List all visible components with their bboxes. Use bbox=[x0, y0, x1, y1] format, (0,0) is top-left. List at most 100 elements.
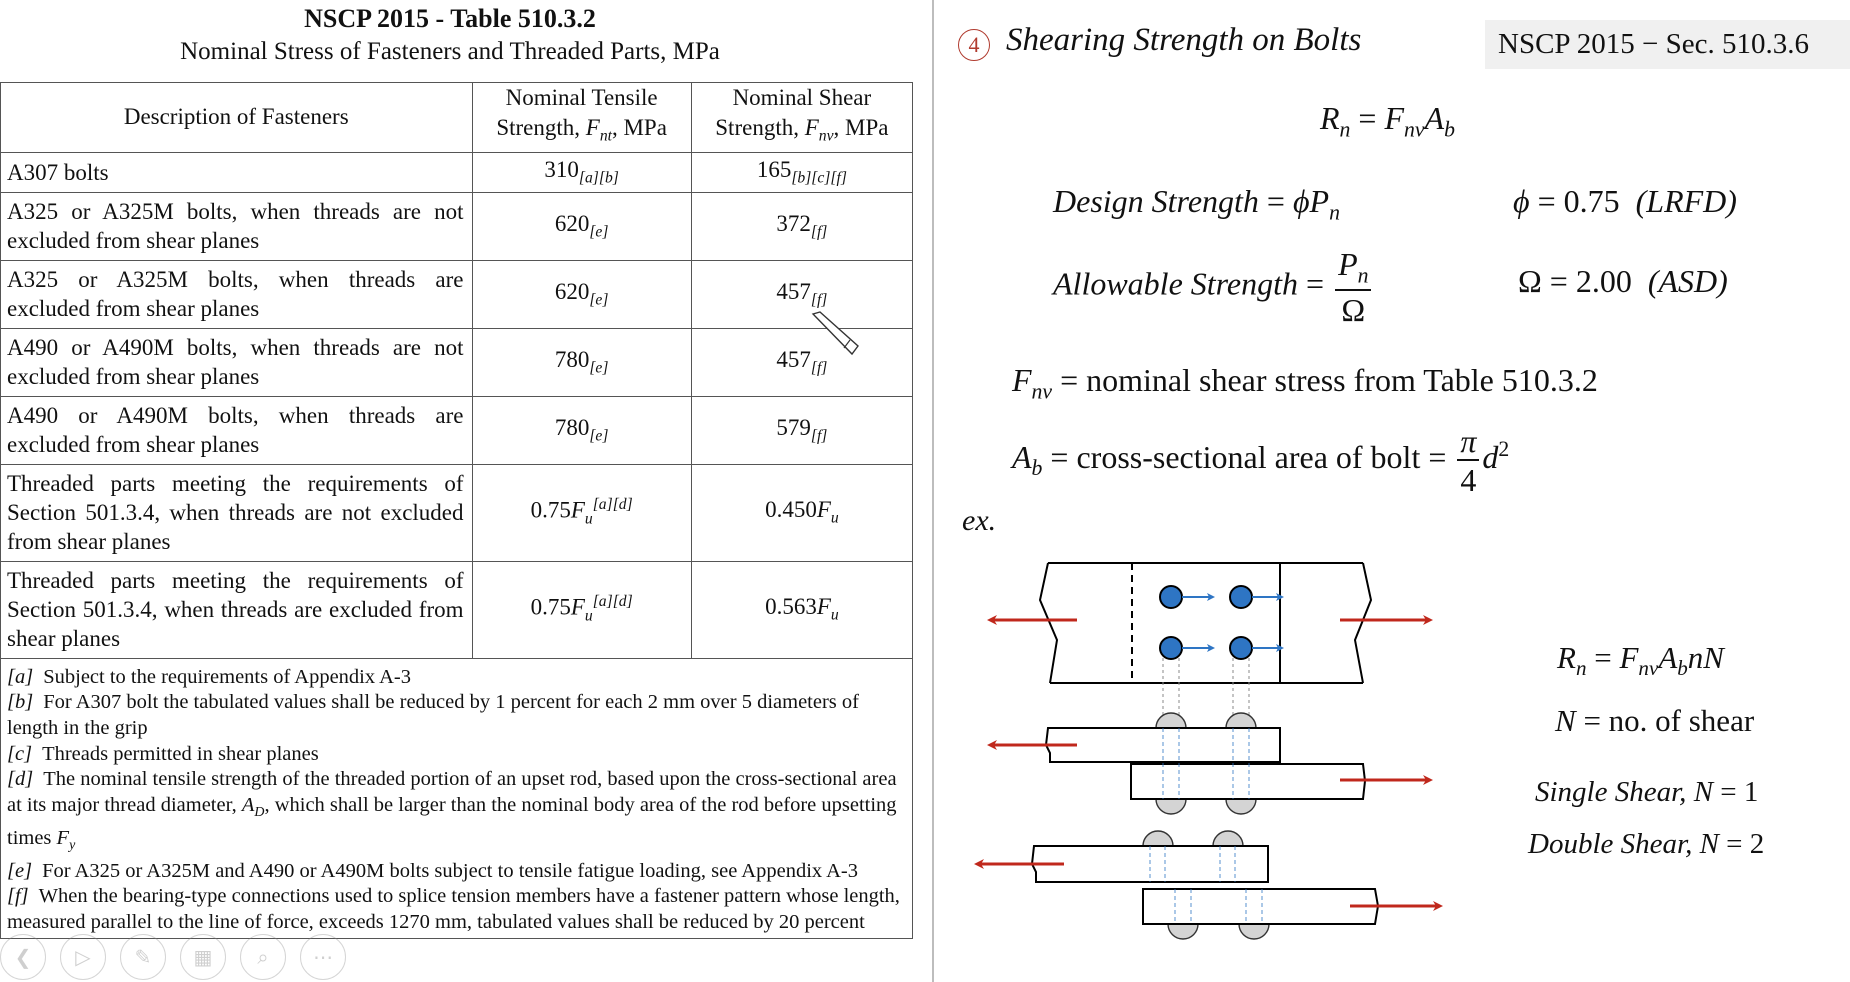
slides-grid-icon: ▦ bbox=[193, 945, 213, 969]
symbol-f: F bbox=[816, 594, 831, 620]
footnote-tag: [a] bbox=[7, 665, 34, 688]
symbol-sub: b bbox=[1031, 456, 1043, 481]
shear-value: 372[f] bbox=[690, 191, 914, 261]
shear-value: 0.563Fu bbox=[690, 560, 914, 659]
footnote-tag: [d] bbox=[7, 768, 34, 791]
equals: = bbox=[1575, 703, 1609, 738]
bolted-connection-diagram bbox=[974, 562, 1443, 940]
table-title: NSCP 2015 - Table 510.3.2 bbox=[304, 4, 596, 33]
method: (ASD) bbox=[1647, 263, 1728, 299]
numerator: Pn bbox=[1335, 248, 1372, 292]
shear-value: 457[f] bbox=[690, 327, 914, 397]
value: 780 bbox=[554, 346, 590, 372]
play-next-icon: ▷ bbox=[75, 945, 91, 969]
bolt-head bbox=[1212, 830, 1244, 847]
symbol-sub: n bbox=[1339, 117, 1351, 142]
shear-value: 0.450Fu bbox=[690, 463, 914, 562]
footnote-text: Threads permitted in shear planes bbox=[42, 742, 319, 765]
tensile-value: 620[e] bbox=[471, 191, 692, 261]
equation-design-strength: Design Strength = ϕPn bbox=[1053, 183, 1340, 225]
label: Allowable Strength bbox=[1053, 265, 1299, 302]
definition-text: cross-sectional area of bolt bbox=[1076, 438, 1421, 475]
symbol-f: F bbox=[56, 826, 70, 849]
symbol-f: F bbox=[1012, 362, 1032, 398]
row-description: A307 bolts bbox=[0, 151, 473, 193]
bolt-head bbox=[1225, 712, 1257, 729]
exponent: 2 bbox=[1498, 437, 1510, 462]
equals: = bbox=[1350, 100, 1385, 136]
shear-value: 165[b][c][f] bbox=[690, 151, 914, 193]
symbol-phi: ϕ bbox=[1513, 183, 1530, 219]
bolt-nut bbox=[1225, 798, 1257, 815]
definition-text: nominal shear stress from Table 510.3.2 bbox=[1086, 362, 1598, 398]
coefficient: 0.563 bbox=[765, 594, 817, 620]
symbol-sub: n bbox=[1357, 263, 1369, 288]
table-row: A325 or A325M bolts, when threads are no… bbox=[0, 191, 914, 261]
footnotes: [a] Subject to the requirements of Append… bbox=[0, 657, 913, 939]
break-line-left bbox=[1038, 562, 1059, 684]
symbol-f: F bbox=[804, 115, 819, 140]
footnote-ref: [f] bbox=[810, 359, 828, 377]
table-row: A490 or A490M bolts, when threads are no… bbox=[0, 327, 914, 397]
footnote-tag: [c] bbox=[7, 742, 33, 765]
coefficient: 0.75 bbox=[530, 498, 571, 524]
pen-cursor-icon bbox=[811, 311, 859, 356]
value: 0.75 bbox=[1563, 183, 1620, 219]
header-shear-line2: Strength, bbox=[715, 115, 805, 140]
symbol-sub: nv bbox=[1031, 379, 1053, 404]
slide-show-toolbar: ❮ ▷ ✎ ▦ ⌕ ⋯ bbox=[0, 934, 346, 982]
symbol-sub: D bbox=[254, 805, 265, 821]
footnote-ref: [a][d] bbox=[592, 496, 633, 514]
pen-icon: ✎ bbox=[134, 945, 152, 969]
section-number-badge: 4 bbox=[958, 29, 990, 61]
plan-view bbox=[987, 562, 1433, 740]
symbol-a: A bbox=[1424, 100, 1445, 136]
footnote-d: [d] The nominal tensile strength of the t… bbox=[7, 767, 904, 858]
symbol-sub: b bbox=[1444, 117, 1455, 142]
footnote-c: [c] Threads permitted in shear planes bbox=[7, 742, 904, 768]
table-row: A325 or A325M bolts, when threads are ex… bbox=[0, 259, 914, 329]
symbol-sub: n bbox=[1575, 656, 1587, 681]
equation-allowable-strength: Allowable Strength = Pn Ω bbox=[1053, 248, 1374, 326]
tensile-value: 620[e] bbox=[471, 259, 692, 329]
shear-value: 579[f] bbox=[690, 395, 914, 465]
bolt-head bbox=[1142, 830, 1174, 847]
footnote-a: [a] Subject to the requirements of Append… bbox=[7, 665, 904, 691]
header-shear-line1: Nominal Shear bbox=[732, 85, 872, 110]
symbol-phi: ϕ bbox=[1292, 183, 1310, 219]
break-line-right bbox=[1353, 562, 1373, 684]
section-title: Shearing Strength on Bolts bbox=[1006, 22, 1362, 58]
next-slide-button[interactable]: ▷ bbox=[60, 934, 106, 980]
table-header-row: Description of Fasteners Nominal Tensile… bbox=[0, 82, 914, 153]
symbol-sub: nv bbox=[818, 127, 834, 145]
magnifier-icon: ⌕ bbox=[257, 945, 269, 969]
symbol-f: F bbox=[570, 498, 585, 524]
numerator: π bbox=[1457, 425, 1480, 461]
label: Double Shear, bbox=[1528, 828, 1700, 860]
ellipsis-icon: ⋯ bbox=[313, 945, 333, 969]
table-row: Threaded parts meeting the requirements … bbox=[0, 463, 914, 562]
single-shear-note: Single Shear, N = 1 bbox=[1535, 776, 1758, 809]
header-description: Description of Fasteners bbox=[0, 82, 473, 153]
header-unit: , MPa bbox=[833, 115, 889, 140]
method: (LRFD) bbox=[1635, 183, 1737, 219]
zoom-button[interactable]: ⌕ bbox=[240, 934, 286, 980]
symbol-sub: y bbox=[69, 838, 76, 853]
value: 1 bbox=[1743, 776, 1759, 808]
fraction: Pn Ω bbox=[1335, 248, 1372, 329]
more-options-button[interactable]: ⋯ bbox=[300, 934, 346, 980]
tensile-value: 0.75Fu[a][d] bbox=[471, 560, 692, 659]
equation-phi-value: ϕ = 0.75 (LRFD) bbox=[1513, 183, 1737, 220]
value: 457 bbox=[776, 346, 811, 372]
fraction: π4 bbox=[1457, 425, 1480, 496]
equation-nominal-strength: Rn = FnvAb bbox=[1320, 100, 1455, 142]
bolt-nut bbox=[1238, 923, 1270, 940]
previous-slide-button[interactable]: ❮ bbox=[0, 934, 46, 980]
definition-ab: Ab = cross-sectional area of bolt = π 4 d2 bbox=[1012, 425, 1509, 496]
see-all-slides-button[interactable]: ▦ bbox=[180, 934, 226, 980]
header-tensile-line1: Nominal Tensile bbox=[505, 85, 658, 110]
symbol-sub: nt bbox=[599, 127, 612, 145]
denominator: Ω bbox=[1341, 292, 1366, 329]
pen-tool-button[interactable]: ✎ bbox=[120, 934, 166, 980]
equals: = bbox=[1298, 265, 1333, 302]
